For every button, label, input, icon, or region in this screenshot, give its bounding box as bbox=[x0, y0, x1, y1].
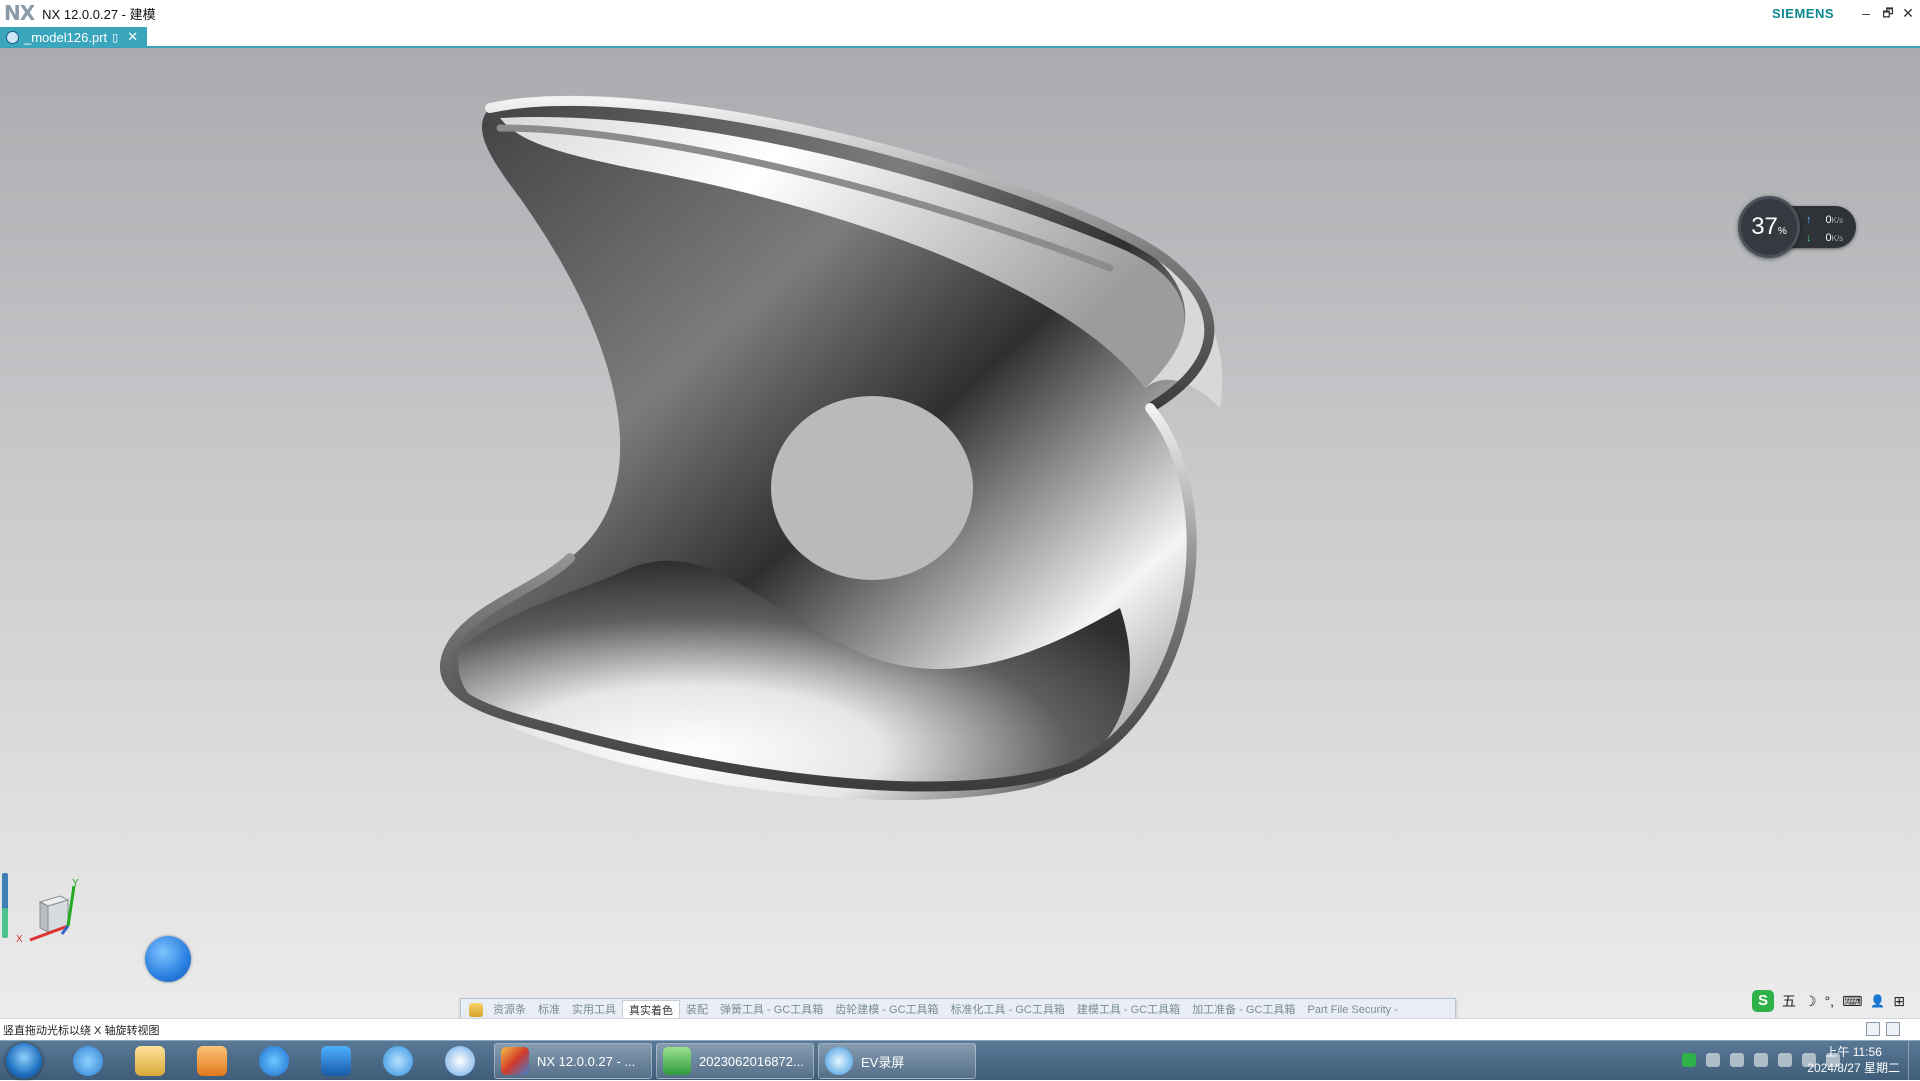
ime-moon-icon[interactable]: ☽ bbox=[1804, 993, 1817, 1010]
nx-app-icon bbox=[501, 1047, 529, 1075]
close-window-button[interactable]: ✕ bbox=[1898, 3, 1918, 23]
ribbon-tab-standard[interactable]: 标准 bbox=[532, 1000, 566, 1018]
ribbon-tab-gear-modeling[interactable]: 齿轮建模 - GC工具箱 bbox=[829, 1000, 944, 1018]
siemens-brand: SIEMENS bbox=[1771, 6, 1834, 21]
document-tab-strip: _model126.prt ▯ ✕ bbox=[0, 26, 1920, 48]
cloud-drive-icon bbox=[445, 1046, 475, 1076]
graphics-viewport[interactable]: 37% ↑ 0K/s ↓ 0K/s X Y 资源条 标准 实用工具 真实着色 装配 … bbox=[0, 48, 1920, 1018]
ribbon-tab-resource-bar[interactable]: 资源条 bbox=[487, 1000, 532, 1018]
part-file-icon bbox=[6, 30, 19, 44]
taskbar-window-image[interactable]: 2023062016872... bbox=[656, 1043, 814, 1079]
document-tab-label: _model126.prt bbox=[24, 29, 108, 45]
triad-x-label: X bbox=[16, 934, 23, 945]
start-button[interactable] bbox=[6, 1043, 42, 1079]
left-edge-indicator-green bbox=[2, 908, 8, 938]
download-speed: ↓ 0K/s bbox=[1806, 232, 1843, 244]
ribbon-tab-part-file-security[interactable]: Part File Security - bbox=[1301, 1000, 1403, 1018]
taskbar-pin-explorer[interactable] bbox=[124, 1045, 176, 1077]
media-player-icon bbox=[197, 1046, 227, 1076]
gear-tray-icon[interactable] bbox=[1730, 1053, 1744, 1067]
status-window-icon[interactable] bbox=[1886, 1022, 1900, 1036]
minimize-button[interactable]: – bbox=[1856, 3, 1876, 23]
ribbon-tab-assembly[interactable]: 装配 bbox=[680, 1000, 714, 1018]
upload-unit: K/s bbox=[1831, 216, 1844, 225]
cpu-percent-circle: 37% bbox=[1738, 196, 1800, 258]
document-sheet-icon[interactable]: ▯ bbox=[112, 31, 118, 44]
restore-button[interactable]: 🗗 bbox=[1878, 3, 1898, 23]
taskbar-pin-browser[interactable] bbox=[248, 1045, 300, 1077]
ev-recorder-icon bbox=[825, 1047, 853, 1075]
triad-y-label: Y bbox=[72, 878, 79, 889]
taskbar-window-ev-label: EV录屏 bbox=[861, 1054, 905, 1070]
network-speed-gauge[interactable]: 37% ↑ 0K/s ↓ 0K/s bbox=[1738, 196, 1858, 260]
ribbon-tab-true-shading[interactable]: 真实着色 bbox=[622, 1000, 680, 1018]
ribbon-tab-standardization[interactable]: 标准化工具 - GC工具箱 bbox=[945, 1000, 1071, 1018]
document-tab[interactable]: _model126.prt ▯ ✕ bbox=[0, 27, 147, 47]
status-bar: 竖直拖动光标以绕 X 轴旋转视图 bbox=[0, 1018, 1920, 1040]
taskbar-pin-search[interactable] bbox=[372, 1045, 424, 1077]
sogou-tray-icon[interactable] bbox=[1682, 1053, 1696, 1067]
image-viewer-icon bbox=[663, 1047, 691, 1075]
windows-taskbar: NX 12.0.0.27 - ... 2023062016872... EV录屏… bbox=[0, 1040, 1920, 1081]
nx-logo: NX bbox=[4, 1, 35, 25]
ime-person-icon[interactable]: 👤 bbox=[1870, 994, 1885, 1008]
ribbon-tab-modeling-tools[interactable]: 建模工具 - GC工具箱 bbox=[1071, 1000, 1186, 1018]
ribbon-tab-utilities[interactable]: 实用工具 bbox=[566, 1000, 622, 1018]
view-triad[interactable]: X Y bbox=[10, 878, 90, 948]
clock-date: 2024/8/27 星期二 bbox=[1807, 1061, 1900, 1075]
ime-grid-icon[interactable]: ⊞ bbox=[1893, 993, 1905, 1010]
taskbar-window-nx[interactable]: NX 12.0.0.27 - ... bbox=[494, 1043, 652, 1079]
document-tab-close-icon[interactable]: ✕ bbox=[127, 29, 138, 45]
ribbon-menu-icon[interactable] bbox=[469, 1003, 483, 1017]
taskbar-window-nx-label: NX 12.0.0.27 - ... bbox=[537, 1053, 636, 1069]
browser-e-icon bbox=[259, 1046, 289, 1076]
download-arrow-icon: ↓ bbox=[1806, 232, 1812, 244]
ime-keyboard-icon[interactable]: ⌨ bbox=[1842, 993, 1862, 1010]
video-editor-icon bbox=[321, 1046, 351, 1076]
ribbon-tab-row: 资源条 标准 实用工具 真实着色 装配 弹簧工具 - GC工具箱 齿轮建模 - … bbox=[461, 999, 1455, 1018]
taskbar-pin-ie[interactable] bbox=[62, 1045, 114, 1077]
shield-tray-icon[interactable] bbox=[1706, 1053, 1720, 1067]
taskbar-pin-video[interactable] bbox=[310, 1045, 362, 1077]
ime-punctuation-icon[interactable]: °, bbox=[1825, 993, 1835, 1009]
title-bar: NX NX 12.0.0.27 - 建模 SIEMENS – 🗗 ✕ bbox=[0, 0, 1920, 26]
percent-sign: % bbox=[1777, 225, 1787, 237]
taskbar-pin-cloud[interactable] bbox=[434, 1045, 486, 1077]
sogou-s-icon[interactable]: S bbox=[1752, 990, 1774, 1012]
cpu-percent-value: 37 bbox=[1751, 213, 1778, 240]
folder-icon bbox=[135, 1046, 165, 1076]
window-title: NX 12.0.0.27 - 建模 bbox=[42, 6, 156, 22]
upload-speed: ↑ 0K/s bbox=[1806, 214, 1843, 226]
taskbar-pin-media[interactable] bbox=[186, 1045, 238, 1077]
internet-explorer-icon bbox=[73, 1046, 103, 1076]
taskbar-window-ev[interactable]: EV录屏 bbox=[818, 1043, 976, 1079]
volume-icon[interactable] bbox=[1778, 1053, 1792, 1067]
search-app-icon bbox=[383, 1046, 413, 1076]
ribbon-tab-spring-tools[interactable]: 弹簧工具 - GC工具箱 bbox=[714, 1000, 829, 1018]
status-bar-icons bbox=[1866, 1022, 1900, 1036]
status-grid-icon[interactable] bbox=[1866, 1022, 1880, 1036]
status-message: 竖直拖动光标以绕 X 轴旋转视图 bbox=[3, 1024, 160, 1037]
ribbon-toolbar: 资源条 标准 实用工具 真实着色 装配 弹簧工具 - GC工具箱 齿轮建模 - … bbox=[460, 998, 1456, 1018]
taskbar-window-image-label: 2023062016872... bbox=[699, 1053, 804, 1069]
floating-assistant-orb[interactable] bbox=[145, 936, 191, 982]
ime-toolbar[interactable]: S 五 ☽ °, ⌨ 👤 ⊞ bbox=[1752, 988, 1920, 1014]
system-clock[interactable]: 上午 11:56 2024/8/27 星期二 bbox=[1807, 1044, 1900, 1076]
3d-model-surface[interactable] bbox=[430, 88, 1450, 1008]
clock-time: 上午 11:56 bbox=[1825, 1045, 1882, 1059]
show-desktop-button[interactable] bbox=[1908, 1041, 1920, 1081]
ime-mode-label[interactable]: 五 bbox=[1782, 991, 1796, 1011]
network-tray-icon[interactable] bbox=[1754, 1053, 1768, 1067]
ribbon-tab-machining-prep[interactable]: 加工准备 - GC工具箱 bbox=[1186, 1000, 1301, 1018]
download-unit: K/s bbox=[1831, 234, 1844, 243]
upload-arrow-icon: ↑ bbox=[1806, 214, 1812, 226]
